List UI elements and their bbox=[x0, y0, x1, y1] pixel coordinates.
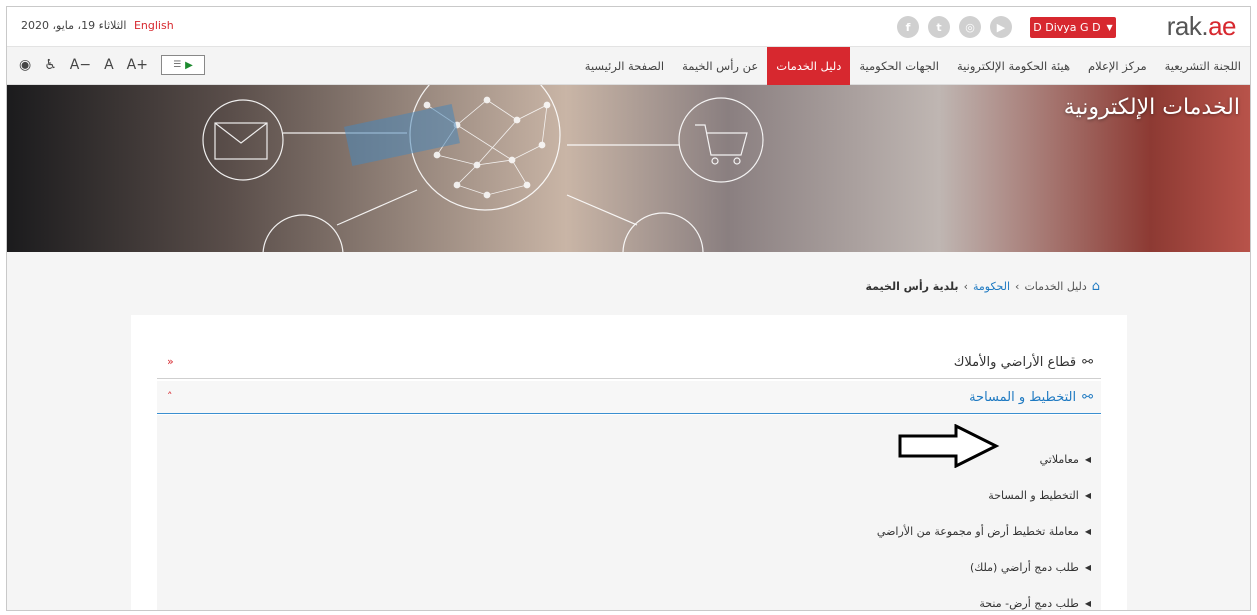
nav-item-government-entities[interactable]: الجهات الحكومية bbox=[850, 47, 948, 85]
caret-left-icon: ◀ bbox=[1084, 562, 1091, 572]
annotation-arrow-icon bbox=[898, 424, 1000, 468]
accordion-title: التخطيط و المساحة bbox=[969, 390, 1077, 405]
link-icon: ⚯ bbox=[1082, 355, 1093, 370]
logo-main: rak. bbox=[1166, 11, 1209, 41]
chevron-down-icon: ▼ bbox=[1106, 23, 1113, 32]
font-increase-button[interactable]: A+ bbox=[127, 57, 148, 73]
read-aloud-button[interactable]: ☰ ▶ bbox=[160, 55, 205, 75]
page-title: الخدمات الإلكترونية bbox=[1063, 95, 1240, 120]
accordion-land-properties[interactable]: ⚯ قطاع الأراضي والأملاك « bbox=[157, 346, 1101, 379]
service-link[interactable]: ◀ طلب دمج أرض- منحة bbox=[877, 585, 1091, 610]
breadcrumb-item-services-guide[interactable]: دليل الخدمات bbox=[1024, 280, 1086, 293]
social-icons: ▶ ◎ t f bbox=[897, 16, 1012, 38]
instagram-icon[interactable]: ◎ bbox=[959, 16, 981, 38]
facebook-icon[interactable]: f bbox=[897, 16, 919, 38]
twitter-icon[interactable]: t bbox=[928, 16, 950, 38]
current-date: الثلاثاء 19، مايو، 2020 bbox=[21, 19, 127, 32]
accordion-title: قطاع الأراضي والأملاك bbox=[953, 355, 1077, 370]
nav-item-about-rak[interactable]: عن رأس الخيمة bbox=[673, 47, 767, 85]
building-circle bbox=[262, 214, 344, 252]
accessibility-person-icon[interactable]: ♿ bbox=[44, 57, 57, 73]
top-bar: الثلاثاء 19، مايو، 2020 English ▶ ◎ t f … bbox=[7, 7, 1250, 47]
service-link-label: التخطيط و المساحة bbox=[988, 488, 1079, 502]
user-name: D Divya G D bbox=[1033, 21, 1101, 34]
accordion-label: ⚯ قطاع الأراضي والأملاك bbox=[954, 355, 1093, 370]
building-circle-2 bbox=[622, 212, 704, 252]
logo-accent: ae bbox=[1208, 11, 1236, 41]
chevron-collapse-icon[interactable]: « bbox=[167, 355, 174, 368]
breadcrumb: ⌂ دليل الخدمات › الحكومة › بلدية رأس الخ… bbox=[865, 279, 1100, 294]
hero-banner: الخدمات الإلكترونية bbox=[7, 85, 1250, 252]
breadcrumb-item-government[interactable]: الحكومة bbox=[973, 280, 1010, 293]
caret-left-icon: ◀ bbox=[1084, 454, 1091, 464]
rak-logo[interactable]: rak.ae bbox=[1166, 11, 1237, 42]
accordion-planning-survey[interactable]: ⚯ التخطيط و المساحة ˄ bbox=[157, 381, 1101, 414]
link-icon: ⚯ bbox=[1082, 390, 1093, 405]
date-and-language: الثلاثاء 19، مايو، 2020 English bbox=[21, 19, 174, 32]
service-link[interactable]: ◀ التخطيط و المساحة bbox=[877, 477, 1091, 513]
main-navigation: ◉ ♿ A− A A+ ☰ ▶ الصفحة الرئيسية عن رأس ال… bbox=[7, 47, 1250, 85]
play-icon: ▶ bbox=[185, 59, 193, 71]
home-icon[interactable]: ⌂ bbox=[1092, 279, 1100, 294]
eye-icon[interactable]: ◉ bbox=[19, 57, 31, 73]
breadcrumb-separator: › bbox=[963, 280, 968, 293]
user-menu-button[interactable]: D Divya G D ▼ bbox=[1030, 17, 1116, 38]
service-link-label: معاملة تخطيط أرض أو مجموعة من الأراضي bbox=[876, 524, 1079, 538]
service-link[interactable]: ◀ معاملة تخطيط أرض أو مجموعة من الأراضي bbox=[877, 513, 1091, 549]
text-lines-icon: ☰ bbox=[173, 60, 182, 70]
caret-left-icon: ◀ bbox=[1084, 598, 1091, 608]
caret-left-icon: ◀ bbox=[1084, 490, 1091, 500]
service-link-label: طلب دمج أراضي (ملك) bbox=[969, 560, 1079, 574]
breadcrumb-current: بلدية رأس الخيمة bbox=[865, 280, 959, 293]
breadcrumb-separator: › bbox=[1015, 280, 1020, 293]
nav-menu: الصفحة الرئيسية عن رأس الخيمة دليل الخدم… bbox=[576, 47, 1250, 85]
nav-item-legislative-committee[interactable]: اللجنة التشريعية bbox=[1156, 47, 1250, 85]
accessibility-toolbar: ◉ ♿ A− A A+ ☰ ▶ bbox=[19, 55, 205, 75]
font-decrease-button[interactable]: A− bbox=[70, 57, 91, 73]
chevron-up-icon[interactable]: ˄ bbox=[167, 390, 173, 403]
cart-circle bbox=[678, 97, 764, 183]
caret-left-icon: ◀ bbox=[1084, 526, 1091, 536]
nav-item-services-guide[interactable]: دليل الخدمات bbox=[767, 47, 851, 85]
font-normal-button[interactable]: A bbox=[104, 57, 114, 73]
nav-item-home[interactable]: الصفحة الرئيسية bbox=[576, 47, 673, 85]
youtube-icon[interactable]: ▶ bbox=[990, 16, 1012, 38]
service-link-label: معاملاتي bbox=[1039, 452, 1079, 466]
service-link-label: طلب دمج أرض- منحة bbox=[979, 596, 1079, 610]
service-link[interactable]: ◀ طلب دمج أراضي (ملك) bbox=[877, 549, 1091, 585]
accordion-label: ⚯ التخطيط و المساحة bbox=[969, 390, 1093, 405]
nav-item-media-center[interactable]: مركز الإعلام bbox=[1079, 47, 1156, 85]
english-language-link[interactable]: English bbox=[134, 19, 174, 32]
nav-item-egovernment-authority[interactable]: هيئة الحكومة الإلكترونية bbox=[948, 47, 1079, 85]
browser-frame: الثلاثاء 19، مايو، 2020 English ▶ ◎ t f … bbox=[6, 6, 1251, 611]
